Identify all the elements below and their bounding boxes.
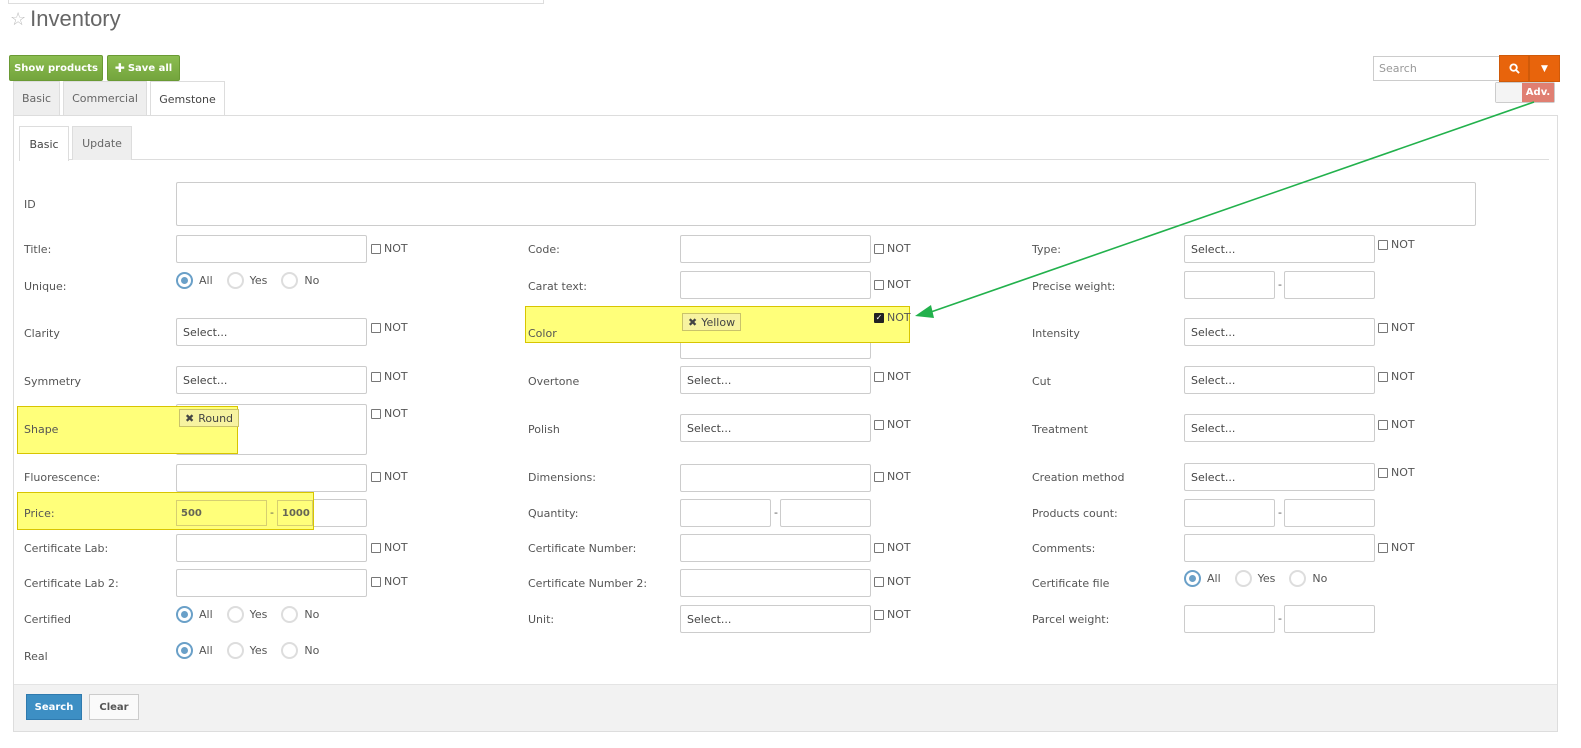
- search-submit-button[interactable]: Search: [26, 694, 82, 720]
- form-footer: [14, 684, 1557, 731]
- annotation-arrow: [915, 101, 1535, 318]
- clear-button[interactable]: Clear: [89, 694, 139, 720]
